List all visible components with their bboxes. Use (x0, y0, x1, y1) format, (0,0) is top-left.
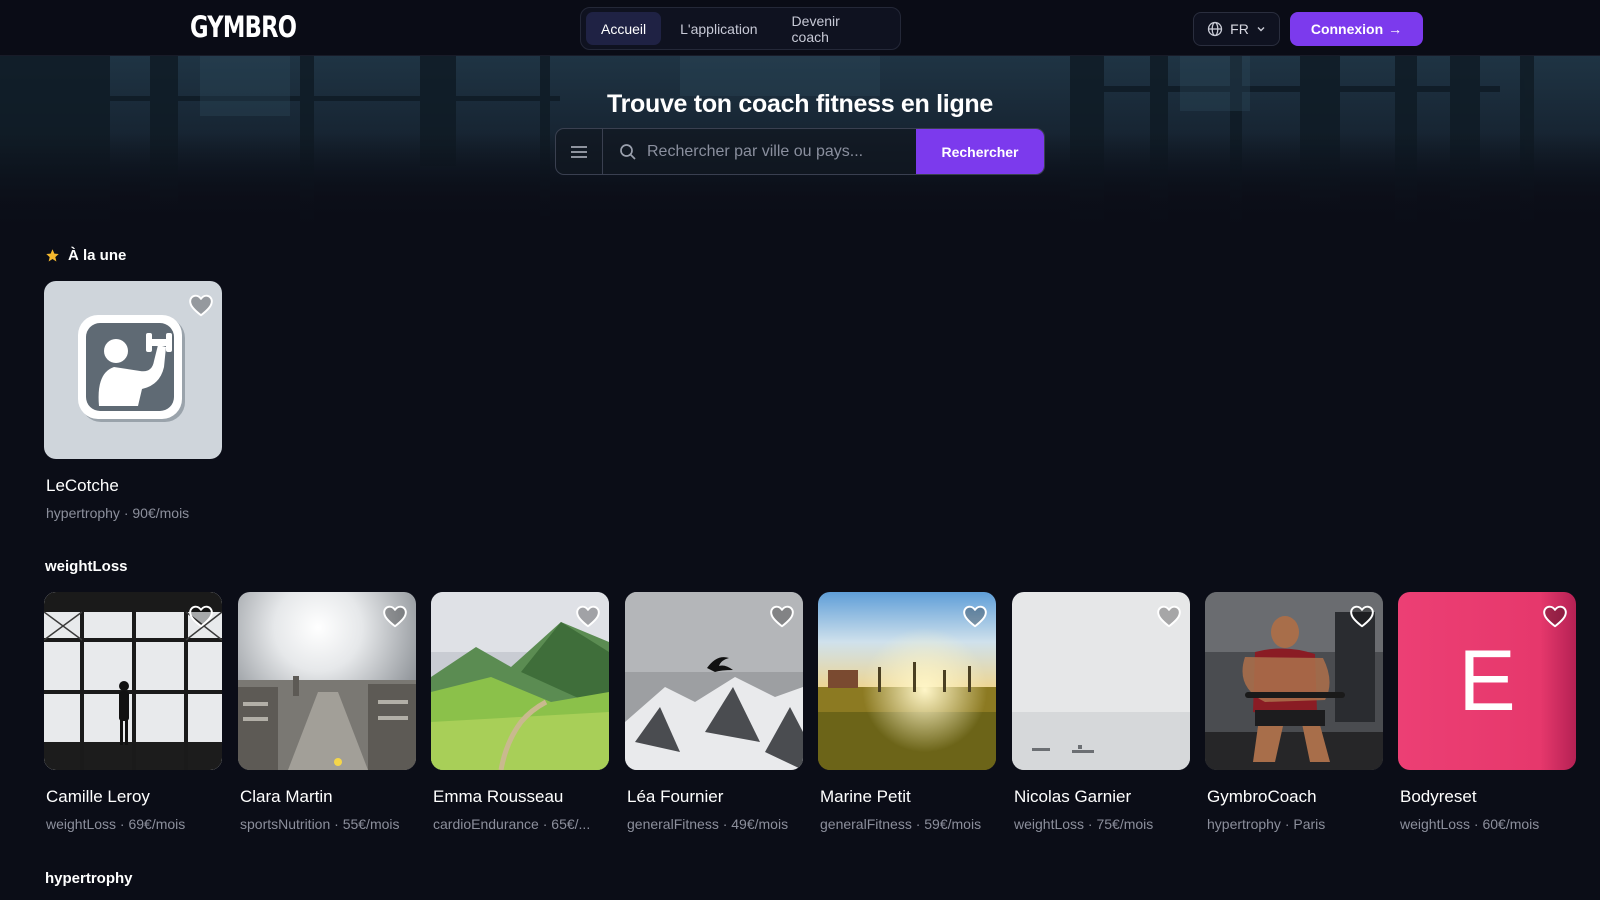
weightloss-title-text: weightLoss (45, 558, 128, 575)
heart-icon[interactable] (1156, 604, 1182, 628)
coach-name: Bodyreset (1400, 787, 1477, 806)
coach-meta: weightLoss · 75€/mois (1014, 816, 1154, 832)
nav-item-accueil[interactable]: Accueil (586, 12, 662, 45)
chevron-down-icon (1257, 27, 1265, 32)
featured-title-text: À la une (68, 247, 127, 264)
search-field (603, 129, 916, 174)
heart-icon[interactable] (1349, 604, 1375, 628)
coach-name: Nicolas Garnier (1014, 787, 1132, 806)
heart-icon[interactable] (188, 293, 214, 317)
coach-meta: hypertrophy · 90€/mois (46, 505, 190, 521)
coach-meta: weightLoss · 60€/mois (1400, 816, 1540, 832)
hypertrophy-title-text: hypertrophy (45, 870, 133, 887)
coach-card-lea-fournier[interactable]: Léa Fournier generalFitness · 49€/mois (625, 592, 803, 832)
coach-meta: cardioEndurance · 65€/... (433, 816, 591, 832)
coach-image (44, 281, 222, 459)
coach-card-camille-leroy[interactable]: Camille Leroy weightLoss · 69€/mois (44, 592, 222, 832)
coach-card-marine-petit[interactable]: Marine Petit generalFitness · 59€/mois (818, 592, 996, 832)
main-nav: Accueil L'application Devenir coach (580, 7, 901, 50)
coach-image (44, 592, 222, 770)
coach-meta: generalFitness · 49€/mois (627, 816, 789, 832)
top-header: GYMBRO Accueil L'application Devenir coa… (0, 0, 1600, 56)
heart-icon[interactable] (1542, 604, 1568, 628)
coach-card-emma-rousseau[interactable]: Emma Rousseau cardioEndurance · 65€/... (431, 592, 609, 832)
star-icon (46, 249, 59, 262)
search-icon (620, 143, 636, 160)
coach-name: Léa Fournier (627, 787, 724, 806)
login-button[interactable]: Connexion → (1290, 12, 1423, 46)
coach-name: Marine Petit (820, 787, 911, 806)
gymbro-logo[interactable]: GYMBRO (190, 10, 297, 44)
language-selector[interactable]: FR (1193, 12, 1280, 46)
coach-name: GymbroCoach (1207, 787, 1317, 806)
arrow-right-icon: → (1388, 21, 1403, 37)
menu-icon (571, 145, 587, 158)
weightloss-section-title: weightLoss (45, 558, 128, 575)
search-input[interactable] (647, 142, 897, 161)
coach-card-nicolas-garnier[interactable]: Nicolas Garnier weightLoss · 75€/mois (1012, 592, 1190, 832)
coach-image: E (1398, 592, 1576, 770)
coach-image (1205, 592, 1383, 770)
language-code: FR (1230, 21, 1249, 37)
coach-card-bodyreset[interactable]: E Bodyreset weightLoss · 60€/mois (1398, 592, 1576, 832)
coach-meta: weightLoss · 69€/mois (46, 816, 186, 832)
coach-meta: hypertrophy · Paris (1207, 816, 1326, 832)
coach-card-gymbrocoach[interactable]: GymbroCoach hypertrophy · Paris (1205, 592, 1383, 832)
globe-icon (1208, 21, 1223, 37)
nav-item-devenir-coach[interactable]: Devenir coach (777, 12, 895, 45)
coach-image (238, 592, 416, 770)
coach-image (1012, 592, 1190, 770)
coach-name: Clara Martin (240, 787, 333, 806)
search-button[interactable]: Rechercher (916, 129, 1044, 174)
coach-card-lecotche[interactable]: LeCotche hypertrophy · 90€/mois (44, 281, 222, 521)
featured-section-title: À la une (45, 247, 126, 264)
heart-icon[interactable] (769, 604, 795, 628)
coach-image (625, 592, 803, 770)
coach-name: LeCotche (46, 476, 119, 495)
heart-icon[interactable] (575, 604, 601, 628)
coach-name: Emma Rousseau (433, 787, 564, 806)
login-label: Connexion (1310, 21, 1384, 37)
coach-image (818, 592, 996, 770)
hero-title: Trouve ton coach fitness en ligne (606, 90, 993, 118)
heart-icon[interactable] (188, 604, 214, 628)
search-bar: Rechercher (555, 128, 1045, 175)
coach-meta: generalFitness · 59€/mois (820, 816, 982, 832)
coach-meta: sportsNutrition · 55€/mois (240, 816, 400, 832)
coach-card-clara-martin[interactable]: Clara Martin sportsNutrition · 55€/mois (238, 592, 416, 832)
hypertrophy-section-title: hypertrophy (45, 870, 133, 887)
coach-name: Camille Leroy (46, 787, 150, 806)
heart-icon[interactable] (962, 604, 988, 628)
filter-menu-button[interactable] (556, 129, 603, 174)
coach-image (431, 592, 609, 770)
nav-item-application[interactable]: L'application (665, 12, 772, 45)
heart-icon[interactable] (382, 604, 408, 628)
